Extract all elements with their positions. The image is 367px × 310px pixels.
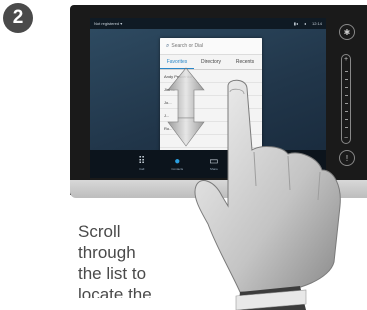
- instruction-text: Scroll through the list to locate the: [78, 222, 152, 298]
- pointing-hand-icon: [194, 79, 341, 310]
- scroll-arrow-icon: [167, 67, 205, 147]
